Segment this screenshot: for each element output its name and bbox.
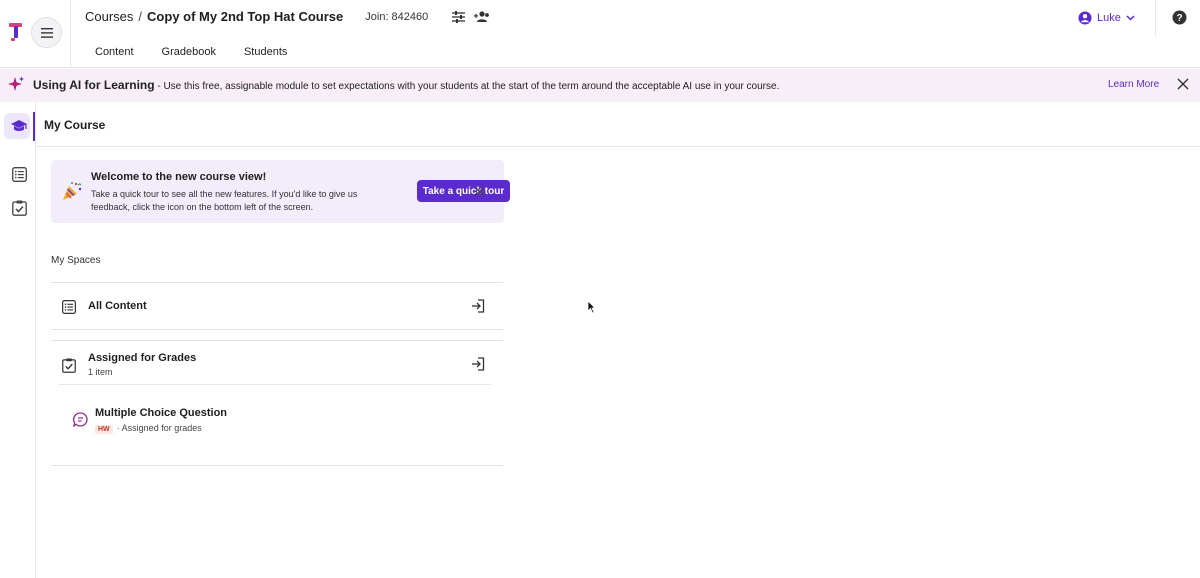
banner-title: Using AI for Learning bbox=[33, 78, 155, 92]
question-chat-icon bbox=[73, 412, 88, 427]
breadcrumb-separator: / bbox=[138, 9, 143, 24]
add-people-icon bbox=[474, 10, 490, 22]
ai-learning-banner: Using AI for Learning - Use this free, a… bbox=[0, 69, 1200, 102]
section-title: My Spaces bbox=[51, 255, 101, 266]
course-tabs: Content Gradebook Students bbox=[95, 46, 287, 58]
banner-message: Using AI for Learning - Use this free, a… bbox=[33, 78, 779, 92]
item-count: 1 item bbox=[88, 367, 113, 377]
rail-active-indicator bbox=[33, 112, 35, 141]
user-menu[interactable]: Luke bbox=[1078, 11, 1135, 25]
menu-button[interactable] bbox=[31, 17, 62, 48]
join-code: Join: 842460 bbox=[365, 10, 429, 23]
user-name: Luke bbox=[1097, 12, 1121, 24]
clipboard-check-icon bbox=[11, 200, 27, 216]
divider bbox=[1155, 0, 1156, 36]
rail-item-assigned[interactable] bbox=[9, 198, 29, 218]
welcome-card: Welcome to the new course view! Take a q… bbox=[51, 160, 510, 223]
help-button[interactable]: ? bbox=[1172, 10, 1187, 30]
page-title: My Course bbox=[44, 118, 106, 132]
breadcrumb-courses-link[interactable]: Courses bbox=[85, 9, 133, 24]
svg-text:?: ? bbox=[1176, 13, 1182, 24]
space-title: All Content bbox=[88, 300, 147, 312]
tab-content[interactable]: Content bbox=[95, 46, 134, 58]
tab-students[interactable]: Students bbox=[244, 46, 287, 58]
banner-description: - Use this free, assignable module to se… bbox=[154, 81, 780, 92]
chevron-down-icon bbox=[1126, 15, 1135, 21]
course-settings-button[interactable] bbox=[452, 10, 466, 23]
add-people-button[interactable] bbox=[474, 10, 490, 23]
clipboard-check-icon bbox=[62, 358, 76, 373]
rail-item-my-course[interactable] bbox=[9, 116, 29, 136]
list-item[interactable]: Multiple Choice Question HW · Assigned fo… bbox=[59, 399, 489, 439]
divider bbox=[36, 146, 1200, 147]
tophat-logo-icon[interactable] bbox=[8, 22, 26, 42]
rail-item-all-content[interactable] bbox=[9, 164, 29, 184]
space-assigned-for-grades: Assigned for Grades 1 item Multiple Choi… bbox=[51, 340, 503, 466]
homework-badge: HW bbox=[95, 425, 113, 434]
side-rail bbox=[0, 102, 36, 578]
list-icon bbox=[62, 300, 76, 314]
item-status: · Assigned for grades bbox=[116, 423, 202, 433]
item-meta: HW · Assigned for grades bbox=[95, 423, 202, 434]
graduation-cap-icon bbox=[11, 120, 27, 131]
quick-tour-button[interactable]: Take a quick tour bbox=[417, 180, 510, 202]
sliders-icon bbox=[452, 10, 466, 23]
learn-more-link[interactable]: Learn More bbox=[1108, 79, 1159, 90]
enter-icon[interactable] bbox=[471, 299, 485, 313]
divider bbox=[70, 0, 71, 68]
course-name: Copy of My 2nd Top Hat Course bbox=[147, 9, 344, 24]
mouse-cursor-icon bbox=[587, 300, 596, 314]
welcome-body: Take a quick tour to see all the new fea… bbox=[91, 189, 358, 212]
welcome-title: Welcome to the new course view! bbox=[91, 171, 267, 183]
divider bbox=[59, 384, 491, 385]
top-bar: Courses / Copy of My 2nd Top Hat Course … bbox=[0, 0, 1200, 68]
close-icon[interactable] bbox=[1177, 78, 1189, 90]
close-icon[interactable] bbox=[474, 186, 485, 197]
space-title[interactable]: Assigned for Grades bbox=[88, 352, 196, 364]
list-icon bbox=[11, 166, 27, 182]
breadcrumb: Courses / Copy of My 2nd Top Hat Course … bbox=[85, 9, 490, 24]
party-popper-icon bbox=[63, 182, 82, 200]
user-circle-icon bbox=[1078, 11, 1092, 25]
help-icon: ? bbox=[1172, 10, 1187, 25]
sparkle-icon bbox=[8, 76, 24, 91]
item-title: Multiple Choice Question bbox=[95, 407, 228, 419]
space-all-content[interactable]: All Content bbox=[51, 282, 503, 330]
tab-gradebook[interactable]: Gradebook bbox=[162, 46, 216, 58]
enter-icon[interactable] bbox=[471, 357, 485, 371]
hamburger-menu-icon bbox=[40, 27, 53, 38]
